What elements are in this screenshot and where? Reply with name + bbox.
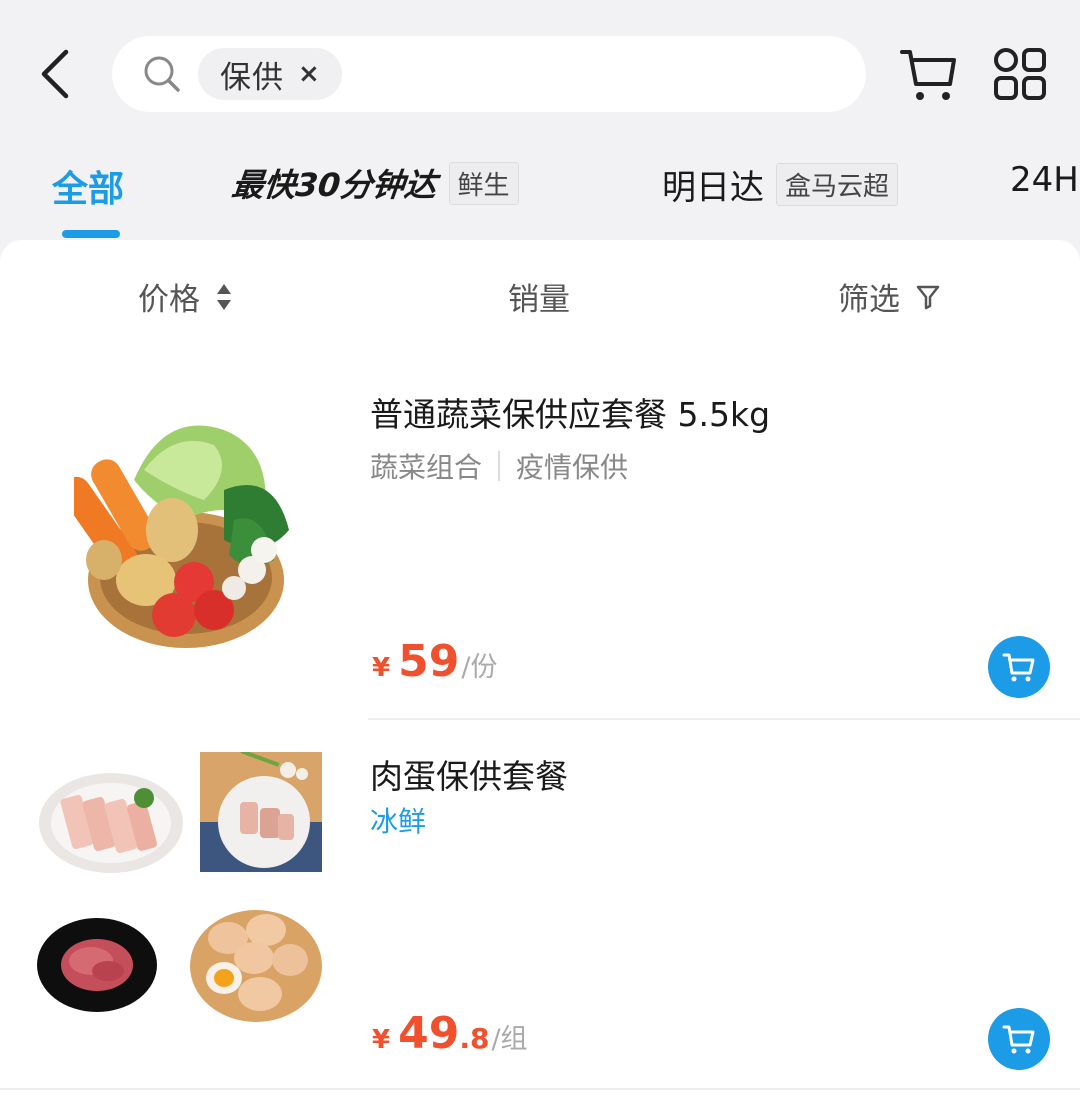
grid-icon (994, 48, 1046, 100)
product-item[interactable]: 肉蛋保供套餐 冰鲜 ¥ 49 .8 /组 (0, 720, 1080, 1100)
add-to-cart-button[interactable] (988, 1008, 1050, 1070)
price-integer: 49 (398, 1008, 460, 1059)
menu-button[interactable] (990, 44, 1050, 104)
tab-fast-tag: 鲜生 (448, 161, 519, 205)
chilled-badge: 冰鲜 (370, 805, 427, 838)
filter-label: 筛选 (838, 282, 900, 318)
pork-belly-image (39, 773, 183, 873)
price-decimal: .8 (459, 1022, 490, 1055)
product-price: ¥ 49 .8 /组 (372, 1008, 528, 1059)
search-keyword-chip[interactable]: 保供 × (198, 48, 342, 100)
cart-icon (1002, 1025, 1035, 1054)
filter-button[interactable]: 筛选 (838, 274, 940, 319)
product-title: 肉蛋保供套餐 (370, 757, 568, 796)
row-divider (0, 1088, 1080, 1090)
tab-next-day-tag: 盒马云超 (776, 163, 899, 206)
product-tag: 蔬菜组合 (370, 451, 483, 484)
product-tag: 疫情保供 (516, 451, 629, 484)
pork-ribs-image (200, 752, 322, 872)
vegetable-basket-image (74, 425, 289, 648)
screen: 保供 × 全部 最快30分钟达 鲜生 明日达 盒马云超 24H 价格 销量 筛选… (0, 0, 1080, 1101)
product-price: ¥ 59 /份 (372, 636, 497, 687)
product-item[interactable]: 普通蔬菜保供应套餐 5.5kg 蔬菜组合 疫情保供 ¥ 59 /份 (0, 350, 1080, 720)
tab-24h[interactable]: 24H (1010, 160, 1079, 200)
price-currency: ¥ (372, 653, 391, 683)
category-tabs: 全部 最快30分钟达 鲜生 明日达 盒马云超 24H (0, 150, 1080, 240)
minced-meat-image (37, 918, 157, 1012)
tab-fast-title: 最快30分钟达 (229, 166, 439, 204)
product-title: 普通蔬菜保供应套餐 5.5kg (370, 395, 771, 434)
tab-fast-delivery[interactable]: 最快30分钟达 鲜生 (229, 160, 519, 206)
eggs-image (190, 910, 322, 1022)
tab-next-day[interactable]: 明日达 盒马云超 (662, 160, 899, 209)
product-tags: 蔬菜组合 疫情保供 (370, 446, 628, 486)
sort-sales[interactable]: 销量 (508, 274, 570, 319)
active-tab-indicator (62, 230, 120, 238)
sort-sales-label: 销量 (508, 282, 570, 318)
cart-icon (900, 50, 956, 100)
tag-divider (498, 451, 501, 481)
price-unit: /份 (461, 652, 498, 683)
search-icon (144, 56, 180, 92)
cart-icon (1002, 653, 1035, 682)
add-to-cart-button[interactable] (988, 636, 1050, 698)
sort-arrows-icon (217, 283, 231, 310)
tab-next-day-title: 明日达 (662, 168, 764, 208)
sort-bar: 价格 销量 筛选 (0, 240, 1080, 350)
back-button[interactable] (34, 46, 78, 102)
results-card: 价格 销量 筛选 普通蔬菜保供应套餐 5.5kg 蔬菜组合 疫情保供 ¥ 59 … (0, 240, 1080, 1101)
price-currency: ¥ (372, 1025, 391, 1055)
search-box[interactable]: 保供 × (112, 36, 866, 112)
cart-button[interactable] (898, 44, 960, 104)
sort-price[interactable]: 价格 (138, 274, 232, 319)
close-icon[interactable]: × (298, 61, 320, 87)
tab-all[interactable]: 全部 (52, 160, 124, 212)
sort-price-label: 价格 (138, 282, 200, 318)
search-keyword-text: 保供 (220, 59, 284, 96)
filter-icon (916, 285, 940, 309)
price-unit: /组 (491, 1024, 528, 1055)
chevron-left-icon (41, 49, 69, 99)
price-integer: 59 (398, 636, 460, 687)
